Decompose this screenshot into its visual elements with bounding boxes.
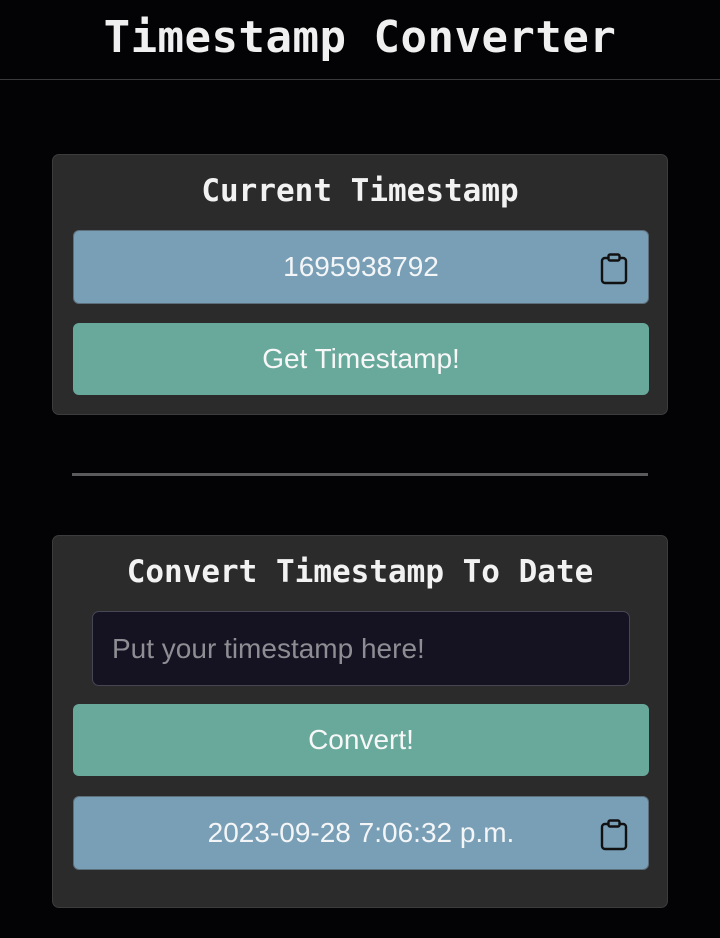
current-timestamp-value: 1695938792: [283, 251, 439, 282]
convert-timestamp-title: Convert Timestamp To Date: [126, 554, 594, 590]
convert-button[interactable]: Convert!: [73, 704, 649, 776]
converted-date-value: 2023-09-28 7:06:32 p.m.: [207, 817, 515, 848]
timestamp-input[interactable]: [92, 611, 630, 686]
clipboard-icon[interactable]: [600, 819, 628, 851]
current-timestamp-title: Current Timestamp: [201, 173, 519, 209]
current-timestamp-output: 1695938792: [73, 230, 649, 304]
current-timestamp-card: Current Timestamp 1695938792 Get Timesta…: [52, 154, 668, 415]
convert-timestamp-card: Convert Timestamp To Date Convert! 2023-…: [52, 535, 668, 908]
converted-date-output: 2023-09-28 7:06:32 p.m.: [73, 796, 649, 870]
app-title: Timestamp Converter: [103, 12, 617, 63]
section-divider: [72, 473, 648, 476]
app-header: Timestamp Converter: [0, 0, 720, 80]
get-timestamp-button[interactable]: Get Timestamp!: [73, 323, 649, 395]
clipboard-icon[interactable]: [600, 253, 628, 285]
